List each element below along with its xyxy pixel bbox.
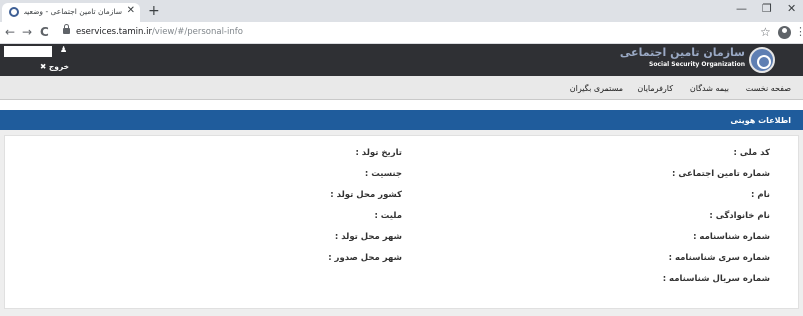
nav-item-insured[interactable]: بیمه شدگان (690, 84, 729, 93)
nav-item-home[interactable]: صفحه نخست (746, 84, 791, 93)
window-close-icon[interactable]: ✕ (787, 2, 796, 15)
field-birth-date: تاریخ تولد : (355, 148, 402, 158)
url-domain: eservices.tamin.ir (76, 27, 152, 37)
logout-link[interactable]: ✖ خروج (40, 62, 69, 71)
site-header: ♟ ✖ خروج سازمان تامین اجتماعی Social Sec… (0, 44, 803, 76)
field-issue-city: شهر محل صدور : (328, 253, 402, 263)
tab-title: سازمان تامین اجتماعی - وضعیت ب (24, 7, 122, 16)
spacer (0, 100, 803, 110)
site-favicon-icon (9, 7, 19, 17)
field-id-serial: شماره سریال شناسنامه : (662, 274, 770, 284)
field-social-security-number: شماره تامین اجتماعی : (671, 169, 770, 179)
reload-icon[interactable]: C (40, 25, 49, 39)
browser-chrome: سازمان تامین اجتماعی - وضعیت ب ✕ + — ❐ ✕… (0, 0, 803, 44)
section-header: اطلاعات هویتی (0, 110, 803, 130)
minimize-icon[interactable]: — (736, 2, 747, 15)
forward-icon[interactable]: → (22, 25, 32, 39)
address-bar-row: ← → C eservices.tamin.ir/view/#/personal… (0, 22, 803, 44)
nav-item-employers[interactable]: کارفرمایان (637, 84, 673, 93)
main-nav: صفحه نخست بیمه شدگان کارفرمایان مستمری ب… (0, 76, 803, 100)
field-gender: جنسیت : (364, 169, 402, 179)
field-id-number: شماره شناسنامه : (693, 232, 770, 242)
browser-menu-icon[interactable]: ⋮ (795, 25, 803, 38)
field-national-code: کد ملی : (733, 148, 770, 158)
tab-close-icon[interactable]: ✕ (127, 5, 135, 16)
user-icon: ♟ (60, 45, 68, 54)
panel-background: کد ملی : شماره تامین اجتماعی : نام : نام… (0, 130, 803, 316)
back-icon[interactable]: ← (5, 25, 15, 39)
tab-strip: سازمان تامین اجتماعی - وضعیت ب ✕ + — ❐ ✕ (0, 0, 803, 22)
account-icon[interactable] (778, 26, 791, 39)
lock-icon (63, 24, 70, 34)
url-field[interactable]: eservices.tamin.ir/view/#/personal-info (76, 27, 243, 37)
organization-logo-icon[interactable] (749, 47, 775, 73)
identity-info-panel: کد ملی : شماره تامین اجتماعی : نام : نام… (4, 135, 799, 309)
field-birth-country: کشور محل تولد : (330, 190, 402, 200)
username-redacted (4, 46, 52, 57)
section-title: اطلاعات هویتی (730, 116, 791, 125)
nav-item-pensioners[interactable]: مستمری بگیران (570, 84, 623, 93)
logo-text-en: Social Security Organization (649, 61, 745, 68)
logo-text-fa: سازمان تامین اجتماعی (619, 46, 745, 59)
field-first-name: نام : (751, 190, 770, 200)
bookmark-star-icon[interactable]: ☆ (760, 25, 771, 39)
field-nationality: ملیت : (374, 211, 402, 221)
field-id-series: شماره سری شناسنامه : (668, 253, 770, 263)
restore-icon[interactable]: ❐ (762, 2, 772, 15)
url-path: /view/#/personal-info (151, 27, 243, 37)
new-tab-button[interactable]: + (148, 3, 160, 19)
field-birth-city: شهر محل تولد : (334, 232, 402, 242)
browser-tab[interactable]: سازمان تامین اجتماعی - وضعیت ب ✕ (2, 3, 140, 22)
field-last-name: نام خانوادگی : (709, 211, 770, 221)
